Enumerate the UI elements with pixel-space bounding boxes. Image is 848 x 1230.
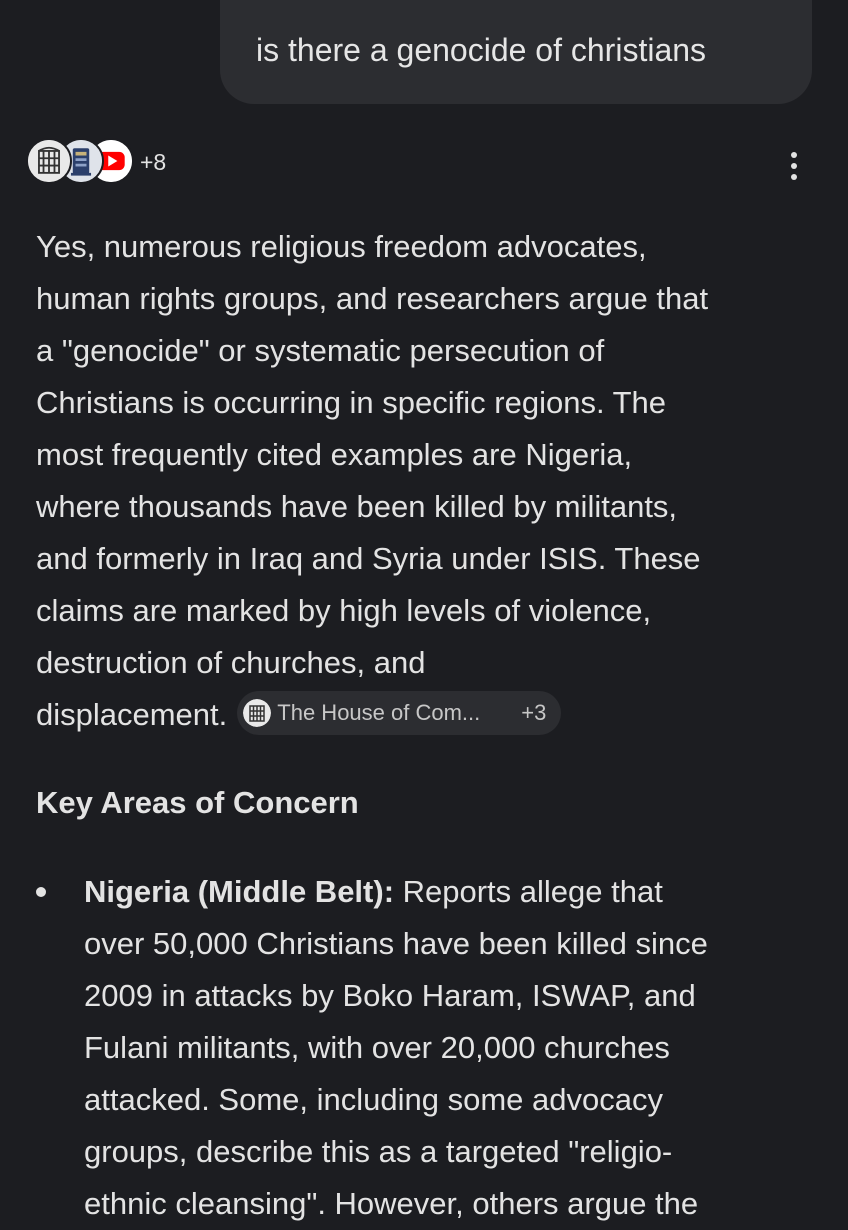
citation-chip[interactable]: The House of Com... +3 xyxy=(237,690,562,735)
list-item: Nigeria (Middle Belt): Reports allege th… xyxy=(84,866,824,1230)
answer-line: a "genocide" or systematic persecution o… xyxy=(36,333,605,368)
house-of-commons-portcullis-icon xyxy=(26,138,72,184)
bullet-dot xyxy=(36,887,46,897)
answer-line: and formerly in Iraq and Syria under ISI… xyxy=(36,541,701,576)
citation-chip-label: The House of Com... xyxy=(277,699,481,725)
bullet-line: groups, describe this as a targeted "rel… xyxy=(84,1134,673,1169)
bullet-line: ethnic cleansing". However, others argue… xyxy=(84,1186,699,1221)
answer-line: human rights groups, and researchers arg… xyxy=(36,281,709,316)
answer-paragraph: Yes, numerous religious freedom advocate… xyxy=(36,221,826,741)
answer-line: Christians is occurring in specific regi… xyxy=(36,385,667,420)
answer-line-text: displacement. xyxy=(36,697,228,732)
more-vert-dot xyxy=(791,174,797,180)
bullet-line: attacked. Some, including some advocacy xyxy=(84,1082,663,1117)
citation-chip-more: +3 xyxy=(521,699,547,725)
user-query-text: is there a genocide of christians xyxy=(256,32,707,68)
user-query-bubble: is there a genocide of christians xyxy=(220,0,812,104)
more-vert-dot xyxy=(791,152,797,158)
more-vert-dot xyxy=(791,163,797,169)
bullet-line: 2009 in attacks by Boko Haram, ISWAP, an… xyxy=(84,978,696,1013)
answer-line-last: displacement. The House of Com... +3 xyxy=(36,689,826,741)
bullet-first-line: Nigeria (Middle Belt): Reports allege th… xyxy=(84,866,824,918)
answer-line: Yes, numerous religious freedom advocate… xyxy=(36,229,647,264)
section-heading: Key Areas of Concern xyxy=(36,785,359,820)
bullet-title: Nigeria (Middle Belt): xyxy=(84,874,395,909)
answer-line: where thousands have been killed by mili… xyxy=(36,489,678,524)
answer-line: claims are marked by high levels of viol… xyxy=(36,593,652,628)
answer-line: destruction of churches, and xyxy=(36,645,426,680)
bullet-first-line-text: Reports allege that xyxy=(394,874,663,909)
bullet-line: Fulani militants, with over 20,000 churc… xyxy=(84,1030,670,1065)
sources-more-count: +8 xyxy=(140,149,167,175)
sources-row[interactable]: +8 xyxy=(26,138,186,186)
answer-line: most frequently cited examples are Niger… xyxy=(36,437,633,472)
house-of-commons-portcullis-icon xyxy=(243,698,272,727)
bullet-line: over 50,000 Christians have been killed … xyxy=(84,926,708,961)
more-options-button[interactable] xyxy=(780,148,808,184)
